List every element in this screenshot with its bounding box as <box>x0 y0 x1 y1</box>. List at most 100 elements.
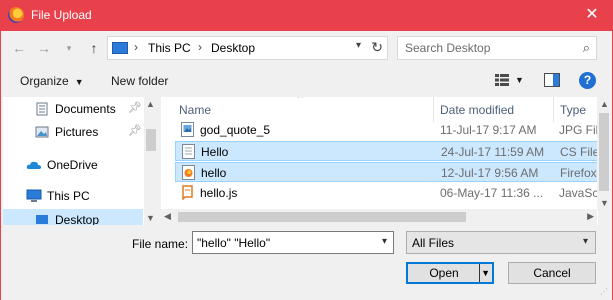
scroll-thumb[interactable] <box>599 113 609 191</box>
file-name-input[interactable] <box>197 235 367 250</box>
up-folder-icon[interactable]: ↑ <box>86 40 102 56</box>
file-date: 06-May-17 11:36 ... <box>440 186 544 200</box>
breadcrumb-desktop[interactable]: Desktop <box>211 41 255 55</box>
sidebar-item-documents[interactable]: Documents 📌︎ <box>3 98 143 120</box>
sidebar-item-label: Pictures <box>55 125 99 139</box>
new-folder-button[interactable]: New folder <box>111 74 168 88</box>
file-name: hello <box>201 166 227 180</box>
sidebar-item-label: This PC <box>47 189 90 203</box>
breadcrumb-separator-icon[interactable]: › <box>198 40 202 54</box>
preview-pane-icon[interactable] <box>544 73 560 87</box>
column-header-type[interactable]: Type <box>560 103 586 117</box>
help-icon[interactable]: ? <box>579 72 596 89</box>
scroll-right-icon[interactable]: ▶ <box>587 211 594 222</box>
navigation-bar: ← → ▾ ↑ › This PC › Desktop ▾ ↻ ⌕ <box>0 33 613 63</box>
title-bar: File Upload ✕ <box>0 0 613 31</box>
file-name-combobox[interactable]: ▾ <box>192 231 394 254</box>
back-icon[interactable]: ← <box>11 40 27 56</box>
file-row[interactable]: hello 12-Jul-17 9:56 AM Firefox <box>175 162 598 182</box>
view-dropdown-icon[interactable]: ▼ <box>515 75 524 85</box>
image-file-icon <box>181 122 194 137</box>
scroll-left-icon[interactable]: ◀ <box>164 211 171 222</box>
file-row[interactable]: Hello 24-Jul-17 11:59 AM CS File <box>175 141 598 161</box>
resize-grip-icon[interactable]: ⋰ <box>600 287 610 297</box>
scroll-up-icon[interactable]: ▲ <box>600 99 609 109</box>
documents-icon <box>35 102 49 116</box>
column-divider[interactable] <box>433 97 434 122</box>
organize-button[interactable]: Organize ▼ <box>20 74 84 88</box>
column-header-name[interactable]: Name <box>179 103 211 117</box>
file-name-label: File name: <box>132 237 189 251</box>
onedrive-icon <box>26 158 41 172</box>
this-pc-icon <box>112 42 128 54</box>
scroll-up-icon[interactable]: ▲ <box>146 99 155 109</box>
recent-locations-icon[interactable]: ▾ <box>61 40 77 56</box>
file-list-horizontal-scrollbar[interactable]: ◀ ▶ <box>161 209 597 225</box>
file-type: Firefox <box>560 166 597 180</box>
cs-file-icon <box>182 144 195 159</box>
file-name: god_quote_5 <box>200 123 271 137</box>
file-list: ^ Name Date modified Type god_quote_5 11… <box>161 97 598 225</box>
file-date: 12-Jul-17 9:56 AM <box>441 166 539 180</box>
open-button-label: Open <box>429 266 459 280</box>
view-options-icon[interactable] <box>494 73 510 87</box>
file-type: CS File <box>560 145 598 159</box>
chevron-down-icon: ▼ <box>74 77 84 87</box>
chevron-down-icon: ▾ <box>582 236 588 247</box>
sidebar-item-onedrive[interactable]: OneDrive <box>3 154 143 176</box>
sidebar-item-pictures[interactable]: Pictures 📌︎ <box>3 121 143 143</box>
pin-icon[interactable]: 📌︎ <box>128 101 142 114</box>
file-name: Hello <box>201 145 229 159</box>
navigation-pane: Documents 📌︎ Pictures 📌︎ OneDrive This P… <box>3 97 158 225</box>
scroll-down-icon[interactable]: ▼ <box>146 213 155 223</box>
refresh-icon[interactable]: ↻ <box>371 39 383 56</box>
scroll-thumb[interactable] <box>146 129 156 151</box>
file-row[interactable]: god_quote_5 11-Jul-17 9:17 AM JPG File <box>175 120 598 140</box>
file-type-filter-value: All Files <box>412 236 455 250</box>
file-type: JPG File <box>559 123 598 137</box>
address-history-icon[interactable]: ▾ <box>356 40 361 51</box>
split-divider <box>479 264 480 282</box>
firefox-html-icon <box>182 165 195 180</box>
sidebar-item-label: Documents <box>55 102 116 116</box>
sidebar-item-label: OneDrive <box>47 158 98 172</box>
open-options-icon[interactable]: ▼ <box>481 264 490 282</box>
this-pc-icon <box>26 189 42 203</box>
breadcrumb-separator-icon[interactable]: › <box>134 40 138 54</box>
file-row[interactable]: hello.js 06-May-17 11:36 ... JavaSc <box>175 183 598 203</box>
column-header-date-modified[interactable]: Date modified <box>440 103 514 117</box>
pin-icon[interactable]: 📌︎ <box>128 124 142 137</box>
chevron-down-icon[interactable]: ▾ <box>382 236 387 247</box>
sort-ascending-icon: ^ <box>298 97 303 104</box>
file-date: 24-Jul-17 11:59 AM <box>441 145 545 159</box>
close-icon[interactable]: ✕ <box>581 4 603 26</box>
open-button[interactable]: Open ▼ <box>406 262 494 284</box>
sidebar-item-desktop[interactable]: Desktop <box>3 209 143 225</box>
js-file-icon <box>181 185 194 201</box>
pictures-icon <box>35 125 49 139</box>
column-divider[interactable] <box>553 97 554 122</box>
firefox-icon <box>8 7 24 23</box>
window-title: File Upload <box>31 8 92 22</box>
sidebar-item-label: Desktop <box>55 213 100 225</box>
sidebar-item-this-pc[interactable]: This PC <box>3 185 143 207</box>
scroll-thumb[interactable] <box>178 212 466 222</box>
search-input[interactable] <box>405 40 565 56</box>
search-icon[interactable]: ⌕ <box>583 40 590 56</box>
file-type-filter-select[interactable]: All Files ▾ <box>406 231 596 254</box>
breadcrumb-this-pc[interactable]: This PC <box>148 41 191 55</box>
sidebar-scrollbar[interactable]: ▲ ▼ <box>144 97 158 225</box>
search-box[interactable]: ⌕ <box>397 36 597 60</box>
cancel-button[interactable]: Cancel <box>508 262 596 284</box>
organize-label: Organize <box>20 74 69 88</box>
desktop-icon <box>35 213 49 225</box>
file-list-vertical-scrollbar[interactable]: ▲ ▼ <box>597 97 611 209</box>
command-bar: Organize ▼ New folder ▼ ? <box>0 66 613 96</box>
scroll-down-icon[interactable]: ▼ <box>600 198 609 208</box>
address-bar[interactable]: › This PC › Desktop ▾ ↻ <box>107 36 388 60</box>
column-header-row: ^ Name Date modified Type <box>161 97 598 122</box>
file-type: JavaSc <box>559 186 598 200</box>
file-name: hello.js <box>200 186 238 200</box>
forward-icon[interactable]: → <box>36 40 52 56</box>
file-date: 11-Jul-17 9:17 AM <box>440 123 537 137</box>
